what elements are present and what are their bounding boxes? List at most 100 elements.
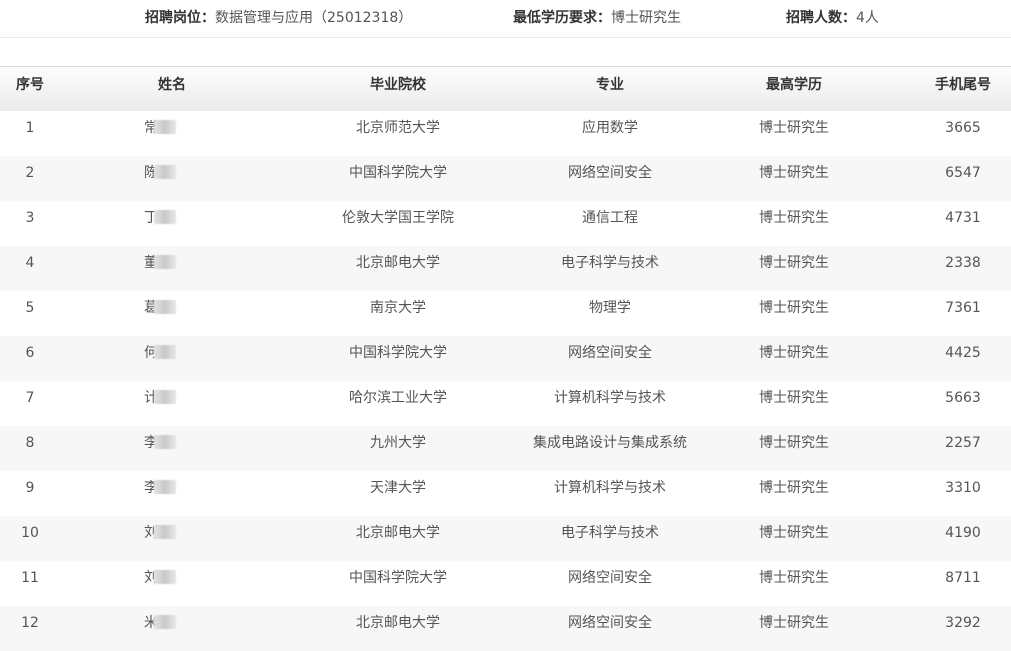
cell-school: 南京大学 [370, 300, 426, 316]
cell-phone: 4425 [945, 345, 981, 361]
cell-major: 网络空间安全 [568, 615, 652, 631]
cell-major: 计算机科学与技术 [554, 480, 666, 496]
cell-phone: 8711 [945, 570, 981, 586]
table-row: 10 刘 北京邮电大学 电子科学与技术 博士研究生 4190 [0, 516, 1011, 561]
cell-school: 九州大学 [370, 435, 426, 451]
cell-phone: 2338 [945, 255, 981, 271]
cell-name: 米 [100, 606, 220, 651]
cell-name: 陈 [100, 156, 220, 201]
cell-phone: 3292 [945, 615, 981, 631]
cell-name: 何 [100, 336, 220, 381]
name-redaction-mask [154, 525, 176, 539]
education-info: 最低学历要求：博士研究生 [513, 9, 681, 27]
cell-school: 天津大学 [370, 480, 426, 496]
table-row: 12 米 北京邮电大学 网络空间安全 博士研究生 3292 [0, 606, 1011, 651]
column-header-major: 专业 [596, 77, 624, 93]
table-row: 7 计 哈尔滨工业大学 计算机科学与技术 博士研究生 5663 [0, 381, 1011, 426]
headcount-label: 招聘人数： [786, 10, 856, 26]
cell-school: 伦敦大学国王学院 [342, 210, 454, 226]
column-header-school: 毕业院校 [370, 77, 426, 93]
cell-degree: 博士研究生 [759, 570, 829, 586]
education-label: 最低学历要求： [513, 10, 611, 26]
cell-degree: 博士研究生 [759, 300, 829, 316]
cell-school: 哈尔滨工业大学 [349, 390, 447, 406]
name-redaction-mask [154, 210, 176, 224]
column-header-phone: 手机尾号 [935, 77, 991, 93]
table-row: 1 常 北京师范大学 应用数学 博士研究生 3665 [0, 111, 1011, 156]
cell-phone: 3665 [945, 120, 981, 136]
cell-name: 丁 [100, 201, 220, 246]
cell-phone: 2257 [945, 435, 981, 451]
candidate-table: 序号 姓名 毕业院校 专业 最高学历 手机尾号 1 常北京师范大学 应用数学 博士研究… [0, 66, 1011, 651]
table-row: 4 董 北京邮电大学 电子科学与技术 博士研究生 2338 [0, 246, 1011, 291]
post-value: 数据管理与应用（25012318） [215, 10, 413, 26]
cell-school: 中国科学院大学 [349, 570, 447, 586]
cell-major: 电子科学与技术 [561, 525, 659, 541]
table-row: 2 陈 中国科学院大学 网络空间安全 博士研究生 6547 [0, 156, 1011, 201]
name-redaction-mask [154, 570, 176, 584]
cell-degree: 博士研究生 [759, 120, 829, 136]
cell-phone: 4190 [945, 525, 981, 541]
cell-degree: 博士研究生 [759, 210, 829, 226]
cell-school: 北京邮电大学 [356, 615, 440, 631]
cell-index: 4 [25, 255, 35, 271]
cell-name: 李 [100, 471, 220, 516]
cell-index: 11 [21, 570, 39, 586]
cell-major: 计算机科学与技术 [554, 390, 666, 406]
cell-phone: 6547 [945, 165, 981, 181]
cell-index: 12 [21, 615, 39, 631]
cell-degree: 博士研究生 [759, 480, 829, 496]
recruitment-info-bar: 招聘岗位：数据管理与应用（25012318） 最低学历要求：博士研究生 招聘人数… [0, 0, 1011, 38]
table-row: 11 刘 中国科学院大学 网络空间安全 博士研究生 8711 [0, 561, 1011, 606]
cell-name: 刘 [100, 561, 220, 606]
cell-index: 3 [25, 210, 35, 226]
cell-major: 网络空间安全 [568, 165, 652, 181]
cell-index: 2 [25, 165, 35, 181]
cell-index: 10 [21, 525, 39, 541]
cell-school: 北京邮电大学 [356, 525, 440, 541]
cell-name: 常 [100, 111, 220, 156]
post-label: 招聘岗位： [145, 10, 215, 26]
name-redaction-mask [154, 120, 176, 134]
cell-phone: 5663 [945, 390, 981, 406]
table-row: 5 葛 南京大学 物理学 博士研究生 7361 [0, 291, 1011, 336]
cell-degree: 博士研究生 [759, 435, 829, 451]
table-body: 1 常北京师范大学 应用数学 博士研究生 3665 2 陈中国科学院大学 网络空间安全 博士研究… [0, 111, 1011, 651]
name-redaction-mask [154, 345, 176, 359]
cell-school: 北京师范大学 [356, 120, 440, 136]
cell-phone: 4731 [945, 210, 981, 226]
cell-degree: 博士研究生 [759, 390, 829, 406]
cell-phone: 7361 [945, 300, 981, 316]
headcount-info: 招聘人数：4人 [786, 9, 879, 27]
cell-school: 中国科学院大学 [349, 165, 447, 181]
cell-name: 葛 [100, 291, 220, 336]
name-redaction-mask [154, 255, 176, 269]
cell-index: 9 [25, 480, 35, 496]
cell-index: 8 [25, 435, 35, 451]
name-redaction-mask [154, 390, 176, 404]
cell-major: 物理学 [589, 300, 631, 316]
cell-degree: 博士研究生 [759, 615, 829, 631]
column-header-degree: 最高学历 [766, 77, 822, 93]
cell-name: 刘 [100, 516, 220, 561]
cell-degree: 博士研究生 [759, 525, 829, 541]
name-redaction-mask [154, 165, 176, 179]
cell-name: 计 [100, 381, 220, 426]
post-info: 招聘岗位：数据管理与应用（25012318） [145, 9, 412, 27]
cell-degree: 博士研究生 [759, 345, 829, 361]
cell-major: 网络空间安全 [568, 345, 652, 361]
cell-name: 董 [100, 246, 220, 291]
table-row: 6 何 中国科学院大学 网络空间安全 博士研究生 4425 [0, 336, 1011, 381]
cell-major: 应用数学 [582, 120, 638, 136]
cell-phone: 3310 [945, 480, 981, 496]
table-row: 3 丁 伦敦大学国王学院 通信工程 博士研究生 4731 [0, 201, 1011, 246]
cell-index: 6 [25, 345, 35, 361]
name-redaction-mask [154, 435, 176, 449]
cell-degree: 博士研究生 [759, 255, 829, 271]
cell-degree: 博士研究生 [759, 165, 829, 181]
cell-major: 集成电路设计与集成系统 [533, 435, 687, 451]
column-header-index: 序号 [16, 77, 44, 93]
name-redaction-mask [154, 615, 176, 629]
table-row: 8 李 九州大学 集成电路设计与集成系统 博士研究生 2257 [0, 426, 1011, 471]
table-header: 序号 姓名 毕业院校 专业 最高学历 手机尾号 [0, 66, 1011, 111]
